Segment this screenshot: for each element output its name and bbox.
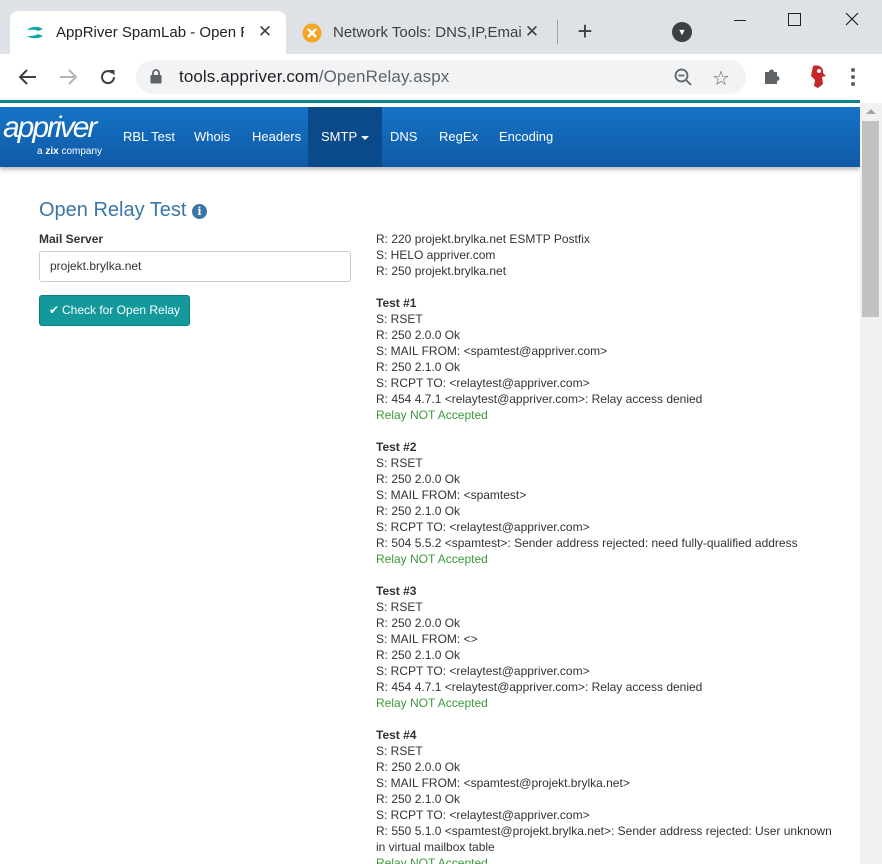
- scroll-up-arrow-icon[interactable]: [866, 109, 876, 114]
- log-line: S: RSET: [376, 312, 423, 326]
- bookmark-star-icon[interactable]: ☆: [712, 66, 730, 91]
- log-line: R: 250 2.0.0 Ok: [376, 616, 461, 630]
- logo-wordmark: appriver: [3, 111, 97, 144]
- network-tools-favicon-icon: [301, 22, 323, 44]
- reload-icon[interactable]: [93, 62, 123, 92]
- scrollbar-thumb[interactable]: [862, 121, 879, 317]
- smtp-transcript: R: 220 projekt.brylka.net ESMTP Postfix …: [376, 231, 836, 864]
- tab-title: AppRiver SpamLab - Open Relay Test: [56, 24, 244, 41]
- tab-appriver[interactable]: AppRiver SpamLab - Open Relay Test ✕: [10, 11, 286, 54]
- log-line: S: RSET: [376, 456, 423, 470]
- test-result: Relay NOT Accepted: [376, 856, 488, 864]
- test-heading: Test #4: [376, 728, 417, 742]
- nav-rbl-test[interactable]: RBL Test: [110, 107, 188, 167]
- nav-smtp[interactable]: SMTP: [308, 107, 383, 167]
- address-bar[interactable]: tools.appriver.com/OpenRelay.aspx ☆: [136, 60, 746, 94]
- test-result: Relay NOT Accepted: [376, 408, 488, 422]
- tab-network-tools[interactable]: Network Tools: DNS,IP,Email ✕: [287, 11, 553, 54]
- log-line: S: RCPT TO: <relaytest@appriver.com>: [376, 520, 590, 534]
- logo-tag-brand: zix: [45, 146, 59, 157]
- url-path: /OpenRelay.aspx: [318, 67, 450, 86]
- log-line: S: RCPT TO: <relaytest@appriver.com>: [376, 664, 590, 678]
- window-minimize-button[interactable]: [717, 6, 763, 34]
- log-line: R: 220 projekt.brylka.net ESMTP Postfix: [376, 232, 590, 246]
- log-line: S: MAIL FROM: <spamtest@projekt.brylka.n…: [376, 776, 630, 790]
- appriver-favicon-icon: [24, 22, 46, 44]
- appriver-logo[interactable]: appriver a zix company: [3, 113, 113, 159]
- nav-whois[interactable]: Whois: [181, 107, 243, 167]
- tab-title: Network Tools: DNS,IP,Email: [333, 24, 521, 41]
- log-line: R: 454 4.7.1 <relaytest@appriver.com>: R…: [376, 680, 703, 694]
- log-line: S: RSET: [376, 744, 423, 758]
- check-open-relay-button[interactable]: ✔ Check for Open Relay: [39, 295, 190, 326]
- log-line: S: MAIL FROM: <>: [376, 632, 478, 646]
- nav-smtp-label: SMTP: [321, 129, 358, 144]
- back-arrow-icon[interactable]: [13, 62, 43, 92]
- checkmark-icon: ✔: [48, 303, 59, 317]
- nav-regex[interactable]: RegEx: [426, 107, 491, 167]
- new-tab-plus-icon[interactable]: +: [573, 18, 597, 44]
- log-line: R: 250 2.0.0 Ok: [376, 760, 461, 774]
- lock-icon: [150, 69, 162, 89]
- logo-tagline: a zix company: [37, 146, 102, 157]
- log-line: R: 504 5.5.2 <spamtest>: Sender address …: [376, 536, 798, 550]
- test-result: Relay NOT Accepted: [376, 696, 488, 710]
- log-line: S: RSET: [376, 600, 423, 614]
- logo-tag-suffix: company: [58, 146, 103, 157]
- log-line: R: 250 2.1.0 Ok: [376, 360, 461, 374]
- window-maximize-button[interactable]: [771, 6, 817, 34]
- check-open-relay-label: Check for Open Relay: [62, 303, 181, 317]
- close-icon: [845, 12, 859, 26]
- test-heading: Test #3: [376, 584, 417, 598]
- test-heading: Test #2: [376, 440, 417, 454]
- mail-server-label: Mail Server: [39, 232, 104, 246]
- forward-arrow-icon[interactable]: [53, 62, 83, 92]
- mail-server-input[interactable]: projekt.brylka.net: [39, 251, 351, 282]
- site-navbar: appriver a zix company RBL Test Whois He…: [0, 107, 860, 167]
- zoom-out-icon[interactable]: [674, 68, 692, 91]
- nav-headers[interactable]: Headers: [239, 107, 314, 167]
- log-line: S: RCPT TO: <relaytest@appriver.com>: [376, 808, 590, 822]
- window-close-button[interactable]: [829, 6, 875, 34]
- nav-dns[interactable]: DNS: [377, 107, 430, 167]
- page-scrollbar[interactable]: [860, 103, 882, 864]
- test-heading: Test #1: [376, 296, 417, 310]
- log-line: R: 250 2.1.0 Ok: [376, 792, 461, 806]
- log-line: R: 250 2.0.0 Ok: [376, 328, 461, 342]
- log-line: R: 550 5.1.0 <spamtest@projekt.brylka.ne…: [376, 824, 832, 854]
- url-host: tools.appriver.com: [179, 67, 319, 86]
- log-line: R: 250 2.1.0 Ok: [376, 504, 461, 518]
- extensions-puzzle-icon[interactable]: [762, 66, 782, 91]
- browser-toolbar: tools.appriver.com/OpenRelay.aspx ☆: [0, 54, 882, 100]
- tab-close-icon[interactable]: ✕: [256, 23, 274, 41]
- log-line: S: MAIL FROM: <spamtest>: [376, 488, 527, 502]
- log-line: R: 250 2.0.0 Ok: [376, 472, 461, 486]
- tab-search-chevron-icon[interactable]: ▼: [672, 22, 692, 42]
- log-line: S: MAIL FROM: <spamtest@appriver.com>: [376, 344, 608, 358]
- log-line: S: RCPT TO: <relaytest@appriver.com>: [376, 376, 590, 390]
- test-result: Relay NOT Accepted: [376, 552, 488, 566]
- log-line: R: 454 4.7.1 <relaytest@appriver.com>: R…: [376, 392, 703, 406]
- log-line: R: 250 2.1.0 Ok: [376, 648, 461, 662]
- log-line: R: 250 projekt.brylka.net: [376, 264, 507, 278]
- browser-menu-icon[interactable]: [846, 66, 860, 88]
- profile-avatar-icon[interactable]: [806, 64, 830, 90]
- url-text: tools.appriver.com/OpenRelay.aspx: [179, 67, 449, 87]
- info-icon[interactable]: i: [192, 204, 207, 219]
- log-line: S: HELO appriver.com: [376, 248, 496, 262]
- tab-close-icon[interactable]: ✕: [523, 23, 541, 41]
- tab-separator: [557, 20, 558, 44]
- caret-down-icon: [361, 135, 370, 140]
- tab-strip: AppRiver SpamLab - Open Relay Test ✕ Net…: [0, 0, 882, 54]
- page-title: Open Relay Test: [39, 199, 187, 221]
- page-content: appriver a zix company RBL Test Whois He…: [0, 103, 860, 864]
- nav-encoding[interactable]: Encoding: [486, 107, 566, 167]
